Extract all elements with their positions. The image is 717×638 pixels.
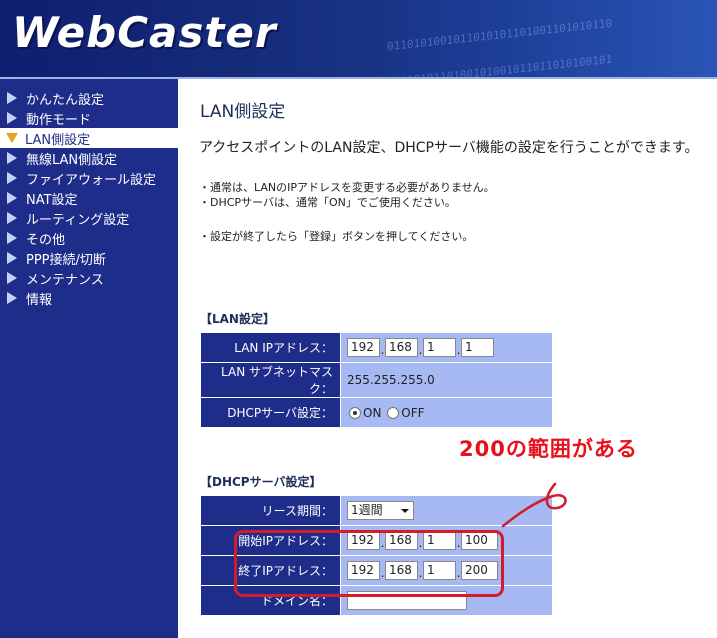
annotation-callout-curve: [501, 482, 567, 528]
lan-ip-octet-4[interactable]: 1: [461, 338, 494, 357]
dhcp-off-label: OFF: [401, 405, 425, 420]
table-row: LAN サブネットマスク： 255.255.255.0: [200, 362, 553, 398]
right-arrow-icon: [7, 192, 17, 204]
sidebar-item-label: 動作モード: [26, 112, 92, 128]
header-banner: 0110101001011010101101001101010110 10010…: [0, 0, 717, 77]
sidebar-item-label: 無線LAN側設定: [26, 152, 118, 168]
sidebar-item-label: LAN側設定: [25, 132, 91, 148]
lease-period-label: リース期間：: [200, 495, 341, 526]
sidebar-item-wireless-lan[interactable]: 無線LAN側設定: [0, 148, 178, 168]
right-arrow-icon: [7, 152, 17, 164]
sidebar-item-operation-mode[interactable]: 動作モード: [0, 108, 178, 128]
note-ip: ・通常は、LANのIPアドレスを変更する必要がありません。: [199, 181, 495, 194]
sidebar-nav: かんたん設定 動作モード LAN側設定 無線LAN側設定 ファイアウォール設定 …: [0, 79, 178, 638]
sidebar-item-label: かんたん設定: [26, 92, 105, 108]
lan-ip-field: 192. 168. 1. 1: [340, 332, 553, 363]
note-register: ・設定が終了したら「登録」ボタンを押してください。: [199, 230, 474, 243]
dhcp-server-label: DHCPサーバ設定：: [200, 397, 341, 428]
sidebar-item-label: NAT設定: [26, 192, 78, 208]
down-arrow-icon: [6, 133, 18, 143]
dhcp-section-title: 【DHCPサーバ設定】: [200, 475, 322, 489]
right-arrow-icon: [7, 112, 17, 124]
right-arrow-icon: [7, 232, 17, 244]
sidebar-item-info[interactable]: 情報: [0, 288, 178, 308]
dhcp-server-radio-group: ON OFF: [340, 397, 553, 428]
sidebar-item-ppp[interactable]: PPP接続/切断: [0, 248, 178, 268]
sidebar-item-easy-setup[interactable]: かんたん設定: [0, 88, 178, 108]
lan-ip-octet-3[interactable]: 1: [423, 338, 456, 357]
chevron-down-icon: [401, 509, 409, 513]
right-arrow-icon: [7, 212, 17, 224]
webcaster-logo: WebCaster: [12, 8, 277, 57]
subnet-mask-label: LAN サブネットマスク：: [200, 362, 341, 398]
right-arrow-icon: [7, 272, 17, 284]
lan-ip-label: LAN IPアドレス：: [200, 332, 341, 363]
dhcp-on-label: ON: [363, 405, 382, 420]
sidebar-item-label: ルーティング設定: [26, 212, 130, 228]
dhcp-on-radio[interactable]: [349, 407, 361, 419]
binary-background: 0110101001011010101101001101010110 10010…: [387, 16, 613, 77]
sidebar-item-routing[interactable]: ルーティング設定: [0, 208, 178, 228]
lan-settings-table: LAN IPアドレス： 192. 168. 1. 1 LAN サブネットマスク： 25…: [200, 332, 553, 428]
right-arrow-icon: [7, 252, 17, 264]
sidebar-item-maintenance[interactable]: メンテナンス: [0, 268, 178, 288]
table-row: LAN IPアドレス： 192. 168. 1. 1: [200, 332, 553, 363]
page-title: LAN側設定: [200, 102, 286, 122]
subnet-mask-value: 255.255.255.0: [340, 362, 553, 398]
sidebar-item-label: その他: [26, 232, 66, 248]
sidebar-item-label: メンテナンス: [26, 272, 104, 288]
annotation-highlight-box: [234, 530, 504, 597]
dhcp-off-radio[interactable]: [387, 407, 400, 419]
sidebar-item-label: ファイアウォール設定: [26, 172, 157, 188]
lease-period-value: 1週間: [351, 503, 383, 517]
note-dhcp: ・DHCPサーバは、通常「ON」でご使用ください。: [199, 196, 456, 209]
right-arrow-icon: [7, 292, 17, 304]
sidebar-item-nat[interactable]: NAT設定: [0, 188, 178, 208]
right-arrow-icon: [7, 92, 17, 104]
annotation-text: 200の範囲がある: [459, 437, 638, 461]
sidebar-item-label: 情報: [26, 292, 53, 308]
lan-ip-octet-1[interactable]: 192: [347, 338, 380, 357]
sidebar-item-firewall[interactable]: ファイアウォール設定: [0, 168, 178, 188]
lan-section-title: 【LAN設定】: [200, 312, 275, 326]
sidebar-item-other[interactable]: その他: [0, 228, 178, 248]
lan-ip-octet-2[interactable]: 168: [385, 338, 418, 357]
sidebar-item-label: PPP接続/切断: [26, 252, 106, 268]
page-description: アクセスポイントのLAN設定、DHCPサーバ機能の設定を行うことができます。: [199, 140, 699, 156]
lease-period-select[interactable]: 1週間: [347, 501, 414, 520]
sidebar-item-lan-settings[interactable]: LAN側設定: [0, 128, 178, 148]
right-arrow-icon: [7, 172, 17, 184]
table-row: DHCPサーバ設定： ON OFF: [200, 397, 553, 428]
